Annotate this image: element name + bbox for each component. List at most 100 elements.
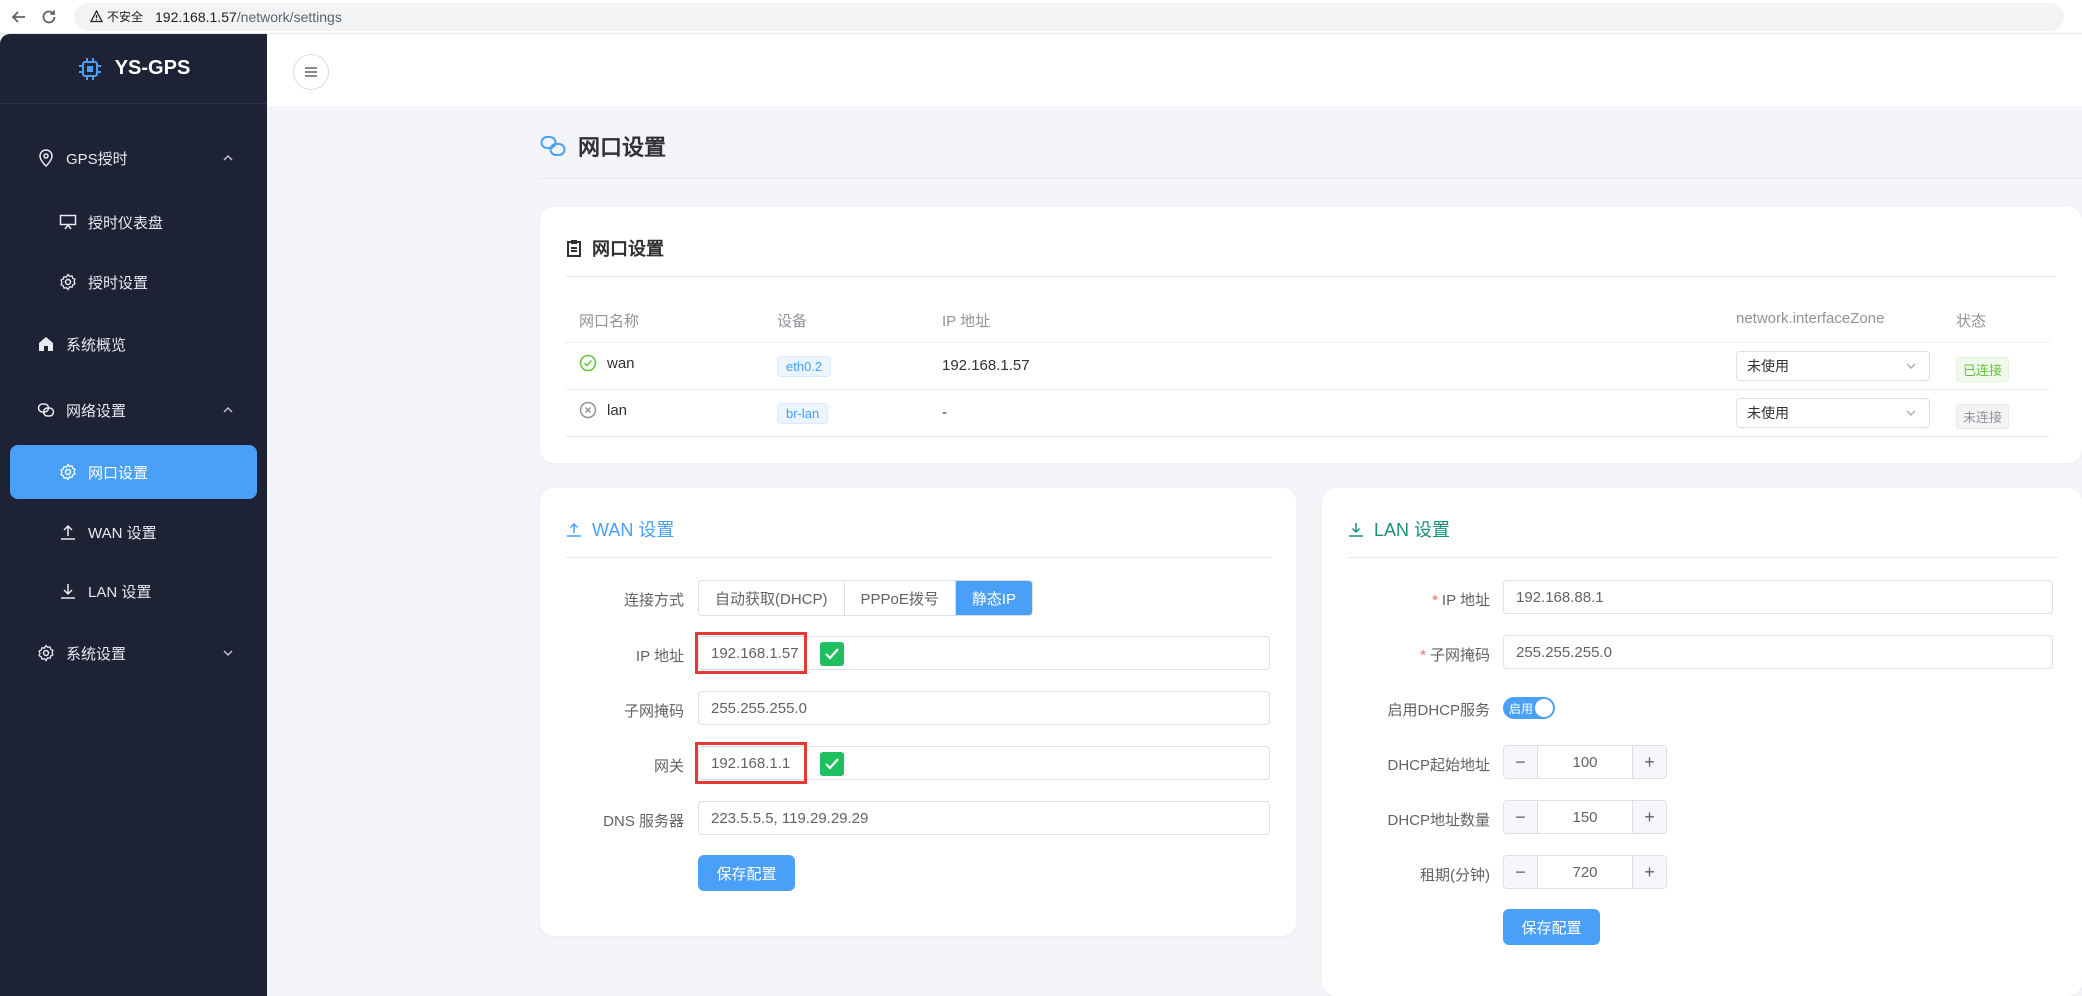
dhcp-count-label: DHCP地址数量: [1387, 812, 1490, 829]
page-title: 网口设置: [540, 130, 666, 162]
security-label: 不安全: [107, 10, 144, 24]
mode-static-button[interactable]: 静态IP: [955, 581, 1033, 615]
sidebar-item-label: GPS授时: [66, 150, 128, 168]
status-cell: 未连接: [1956, 404, 2010, 429]
brand[interactable]: YS-GPS: [0, 34, 267, 104]
dhcp-count-value[interactable]: 150: [1538, 809, 1632, 826]
sidebar-item-label: 系统设置: [66, 645, 127, 663]
sidebar-item-port-settings[interactable]: 网口设置: [10, 445, 257, 499]
increment-button[interactable]: +: [1632, 856, 1666, 888]
wan-gateway-label: 网关: [653, 758, 684, 775]
sidebar-item-label: 授时仪表盘: [88, 214, 164, 232]
upload-icon: [567, 522, 581, 537]
increment-button[interactable]: +: [1632, 801, 1666, 833]
sidebar-item-system-settings[interactable]: 系统设置: [10, 626, 257, 680]
menu-icon: [305, 67, 317, 77]
divider: [1348, 557, 2058, 558]
increment-button[interactable]: +: [1632, 746, 1666, 778]
lan-ip-label-text: IP 地址: [1441, 592, 1490, 609]
lan-save-button[interactable]: 保存配置: [1503, 909, 1600, 945]
sidebar-item-timing-dashboard[interactable]: 授时仪表盘: [10, 195, 257, 249]
check-icon: [820, 642, 844, 666]
dhcp-toggle[interactable]: 启用: [1503, 697, 1555, 719]
sidebar-item-label: 授时设置: [88, 274, 149, 292]
sidebar-item-lan-settings[interactable]: LAN 设置: [10, 564, 257, 618]
decrement-button[interactable]: −: [1504, 856, 1538, 888]
col-header-device: 设备: [777, 313, 808, 330]
address-bar[interactable]: 不安全 192.168.1.57/network/settings: [74, 2, 2064, 31]
check-circle-icon: [579, 354, 597, 372]
dhcp-start-value[interactable]: 100: [1538, 754, 1632, 771]
url-host: 192.168.1.57: [155, 8, 237, 25]
close-circle-icon: [579, 401, 597, 419]
wan-save-button[interactable]: 保存配置: [698, 855, 795, 891]
mode-dhcp-button[interactable]: 自动获取(DHCP): [699, 581, 845, 615]
zone-select[interactable]: 未使用: [1736, 351, 1930, 381]
sidebar-item-wan-settings[interactable]: WAN 设置: [10, 505, 257, 559]
url-path: /network/settings: [236, 8, 342, 25]
ip-cell: -: [942, 404, 947, 421]
status-cell: 已连接: [1956, 357, 2010, 382]
reload-icon[interactable]: [38, 6, 60, 28]
divider: [540, 178, 2082, 179]
lease-value[interactable]: 720: [1538, 864, 1632, 881]
sidebar-item-gps-timing[interactable]: GPS授时: [10, 131, 257, 185]
device-tag: br-lan: [777, 403, 829, 424]
card-header: WAN 设置: [566, 516, 674, 542]
port-name: wan: [607, 354, 635, 372]
sidebar-item-network[interactable]: 网络设置: [10, 383, 257, 437]
highlight-box: [695, 632, 807, 674]
sidebar-item-label: 网络设置: [66, 402, 127, 420]
chip-icon: [78, 57, 101, 80]
zone-select[interactable]: 未使用: [1736, 398, 1930, 428]
device-tag: eth0.2: [777, 356, 832, 377]
wan-mask-input[interactable]: 255.255.255.0: [698, 691, 1270, 725]
table-divider: [565, 342, 2050, 343]
card-header: 网口设置: [566, 235, 664, 261]
required-mark: *: [1420, 647, 1426, 664]
wan-dns-input[interactable]: 223.5.5.5, 119.29.29.29: [698, 801, 1270, 835]
brand-name: YS-GPS: [114, 57, 191, 79]
table-divider: [565, 436, 2050, 437]
wan-mask-value: 255.255.255.0: [711, 699, 807, 717]
col-header-ip: IP 地址: [942, 313, 991, 330]
col-header-zone: network.interfaceZone: [1736, 310, 1885, 327]
decrement-button[interactable]: −: [1504, 746, 1538, 778]
card-title: LAN 设置: [1374, 520, 1451, 540]
mode-pppoe-button[interactable]: PPPoE拨号: [844, 581, 956, 615]
security-warning[interactable]: 不安全: [90, 8, 143, 25]
lan-card: LAN 设置: [1322, 488, 2082, 996]
required-mark: *: [1432, 592, 1438, 609]
gear-icon: [36, 643, 56, 663]
sidebar-item-timing-settings[interactable]: 授时设置: [10, 255, 257, 309]
page-title-text: 网口设置: [578, 135, 667, 160]
sidebar-item-label: WAN 设置: [88, 524, 157, 542]
back-icon[interactable]: [8, 6, 30, 28]
lease-label: 租期(分钟): [1420, 867, 1490, 884]
dhcp-start-stepper[interactable]: − 100 +: [1503, 745, 1667, 779]
device-cell: eth0.2: [777, 356, 832, 377]
decrement-button[interactable]: −: [1504, 801, 1538, 833]
card-title: 网口设置: [592, 239, 664, 259]
highlight-box: [695, 742, 807, 784]
zone-value: 未使用: [1747, 405, 1789, 421]
chevron-up-icon: [223, 154, 233, 161]
lan-ip-input[interactable]: 192.168.88.1: [1503, 580, 2053, 614]
dhcp-count-stepper[interactable]: − 150 +: [1503, 800, 1667, 834]
table-divider: [565, 389, 2050, 390]
table-row-name: wan: [579, 354, 635, 372]
lan-mask-input[interactable]: 255.255.255.0: [1503, 635, 2053, 669]
menu-toggle-button[interactable]: [293, 54, 329, 90]
clipboard-icon: [567, 240, 581, 257]
check-icon: [820, 752, 844, 776]
link-icon: [540, 136, 566, 156]
lease-stepper[interactable]: − 720 +: [1503, 855, 1667, 889]
wan-mask-label: 子网掩码: [623, 703, 684, 720]
mode-label: 连接方式: [623, 592, 684, 609]
sidebar-item-label: 系统概览: [66, 336, 127, 354]
sidebar-item-overview[interactable]: 系统概览: [10, 317, 257, 371]
lan-mask-label-text: 子网掩码: [1429, 647, 1490, 664]
mode-segmented: 自动获取(DHCP) PPPoE拨号 静态IP: [698, 580, 1034, 616]
dhcp-toggle-text: 启用: [1509, 701, 1534, 716]
chevron-down-icon: [223, 650, 233, 657]
